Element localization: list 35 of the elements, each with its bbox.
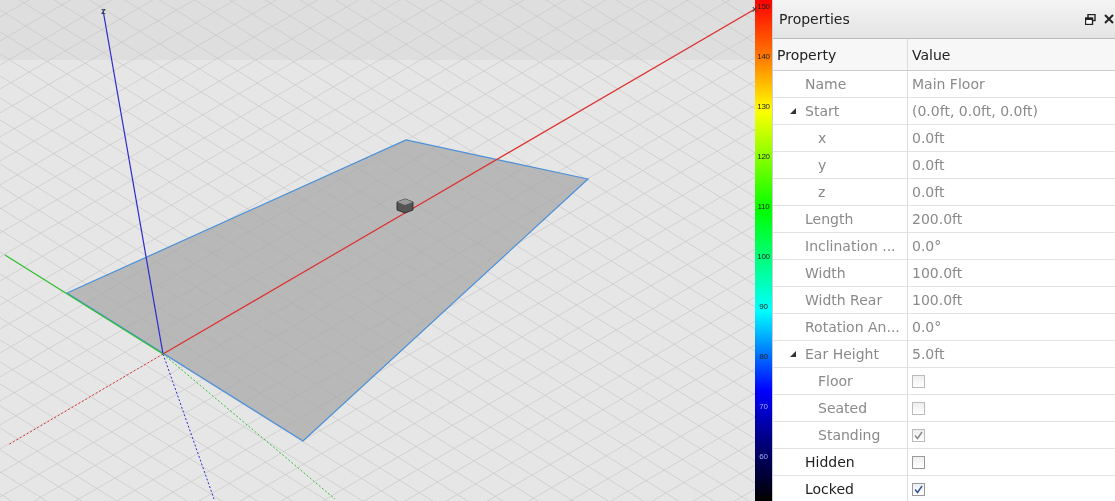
scale-tick-label: 90 [758,302,769,311]
property-name: Width Rear [805,292,883,308]
property-name: Seated [818,400,868,416]
property-name: Rotation An... [805,319,900,335]
scale-tick-label: 150 [756,2,771,11]
axis-label: z [101,6,106,16]
property-name: Width [805,265,846,281]
property-name: Start [805,103,840,119]
property-name: Name [805,76,847,92]
scale-tick-label: 70 [758,402,769,411]
scale-tick-label: 60 [758,452,769,461]
scale-tick-label: 130 [756,102,771,111]
scale-tick-label: 100 [756,252,771,261]
property-name: Locked [805,481,854,497]
property-name: Standing [818,427,881,443]
axis-label: x [752,4,758,14]
property-name: Hidden [805,454,855,470]
checkbox[interactable] [912,455,925,469]
property-name: x [818,130,827,146]
scale-tick-label: 110 [756,202,771,211]
scale-tick-label: 140 [756,52,771,61]
column-header[interactable]: Property [773,39,908,70]
property-name: y [818,157,827,173]
checkbox[interactable] [912,482,925,496]
panel-title: Properties [779,11,851,27]
float-window-icon[interactable] [1085,13,1096,25]
close-icon[interactable] [1104,14,1114,24]
property-name: Inclination ... [805,238,896,254]
scale-tick-label: 120 [756,152,771,161]
property-name: z [818,184,826,200]
scale-tick-label: 80 [758,352,769,361]
property-name: Floor [818,373,853,389]
column-header[interactable]: Value [908,39,1115,70]
property-name: Length [805,211,854,227]
property-name: Ear Height [805,346,879,362]
